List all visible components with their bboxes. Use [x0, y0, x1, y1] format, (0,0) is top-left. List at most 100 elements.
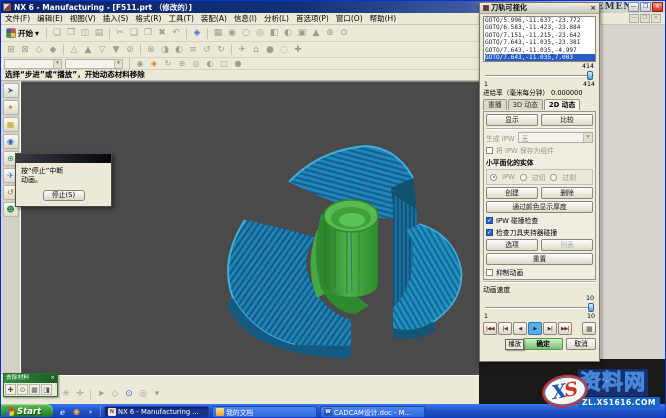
zoom-out-icon[interactable]: ⊙	[337, 27, 351, 40]
fit-view-icon[interactable]: ◎	[189, 59, 203, 69]
media-player-icon[interactable]: ◉	[71, 406, 82, 417]
selection-scope-combo[interactable]: ▼	[4, 59, 62, 69]
step-forward-icon[interactable]: ▶|	[543, 322, 557, 335]
delete-icon[interactable]: ✖	[155, 27, 169, 40]
shade-toggle-icon[interactable]: ◐	[203, 59, 217, 69]
object-display-icon[interactable]: ●	[263, 43, 277, 56]
menu-tools[interactable]: 工具(T)	[168, 13, 193, 24]
step-back-icon[interactable]: |◀	[498, 322, 512, 335]
regenerate-icon[interactable]: ↻	[214, 43, 228, 56]
goto-list[interactable]: GOTO/5.996,-11.637,-23.772 GOTO/6.583,-1…	[483, 16, 596, 62]
rotate-view-icon[interactable]: ↻	[161, 59, 175, 69]
delete-button[interactable]: 删除	[541, 187, 593, 199]
render-style-icon[interactable]: ◎	[136, 387, 150, 401]
menu-file[interactable]: 文件(F)	[5, 13, 30, 24]
holder-collision-checkbox[interactable]: ✓	[486, 229, 493, 236]
refresh-icon[interactable]: ↺	[200, 43, 214, 56]
suppress-animation-checkbox[interactable]	[486, 269, 493, 276]
wand-icon[interactable]: ✳	[59, 387, 73, 401]
graphics-viewport[interactable]	[21, 81, 479, 375]
wireframe-display-icon[interactable]: ◉	[225, 27, 239, 40]
touch-mode-icon[interactable]: ◈	[190, 27, 204, 40]
radio-excess[interactable]	[550, 174, 557, 181]
verify-toolpath-icon[interactable]: ▼	[109, 43, 123, 56]
child-restore-icon[interactable]: ❐	[640, 14, 650, 23]
close-icon[interactable]: ×	[652, 2, 663, 12]
section-display-icon[interactable]: ◨	[41, 384, 52, 395]
reset-button[interactable]: 重置	[486, 253, 593, 265]
taskbar-item-word-doc[interactable]: W CADCAM设计.doc - M...	[320, 406, 425, 418]
zoom-icon[interactable]: ⊙	[17, 384, 28, 395]
tab-replay[interactable]: 重播	[483, 99, 507, 110]
dialog-titlebar[interactable]: 刀轨可视化 ×	[480, 3, 599, 14]
goto-line[interactable]: GOTO/7.151,-11.215,-23.642	[485, 32, 595, 39]
hidden-line-icon[interactable]: ○	[239, 27, 253, 40]
list-button[interactable]: 列表	[541, 239, 593, 251]
half-shade-icon[interactable]: ◐	[281, 27, 295, 40]
add-icon[interactable]: ✚	[291, 43, 305, 56]
child-minimize-icon[interactable]: —	[629, 14, 639, 23]
generate-toolpath-icon[interactable]: ▲	[81, 43, 95, 56]
home-view-icon[interactable]: ⌂	[249, 43, 263, 56]
shop-doc-icon[interactable]: ⊗	[144, 43, 158, 56]
operation-list-icon[interactable]: ≡	[186, 43, 200, 56]
postprocess-icon[interactable]: ⊘	[123, 43, 137, 56]
stop-playback-icon[interactable]: ■	[582, 322, 596, 335]
mini-toolbar-titlebar[interactable]: 去除材料 ×	[4, 374, 57, 383]
quick-launch-overflow-icon[interactable]: »	[85, 406, 96, 417]
forward-to-end-icon[interactable]: ▶▶|	[558, 322, 572, 335]
magnifier-icon[interactable]: ⊙	[122, 387, 136, 401]
work-plane-icon[interactable]: ◈	[147, 59, 161, 69]
show-button[interactable]: 显示	[486, 114, 538, 126]
geometry-group-icon[interactable]: ◆	[46, 43, 60, 56]
goto-line[interactable]: GOTO/7.643,-11.035,-23.381	[485, 39, 595, 46]
child-close-icon[interactable]: ×	[651, 14, 661, 23]
crosshair-icon[interactable]: ✛	[73, 387, 87, 401]
new-icon[interactable]: ❏	[50, 27, 64, 40]
pan-icon[interactable]: ✚	[5, 384, 16, 395]
open-icon[interactable]: ❐	[64, 27, 78, 40]
part-navigator-icon[interactable]: ▦	[3, 117, 19, 132]
impeller-3d-model[interactable]	[21, 82, 479, 376]
start-button[interactable]: Start	[1, 404, 53, 418]
shaded-display-icon[interactable]: ▦	[211, 27, 225, 40]
create-operation-icon[interactable]: ⊞	[4, 43, 18, 56]
selection-filter-icon[interactable]: ◌	[277, 43, 291, 56]
cut-icon[interactable]: ✂	[113, 27, 127, 40]
create-tool-icon[interactable]: ◇	[32, 43, 46, 56]
print-icon[interactable]: ▤	[92, 27, 106, 40]
cancel-button[interactable]: 取消	[566, 338, 596, 350]
save-icon[interactable]: ◫	[78, 27, 92, 40]
ok-button[interactable]: 确定	[523, 338, 563, 350]
menu-assemblies[interactable]: 装配(A)	[201, 13, 227, 24]
zoom-in-icon[interactable]: ⊕	[323, 27, 337, 40]
copy-icon[interactable]: ❑	[127, 27, 141, 40]
play-forward-icon[interactable]: ▶	[528, 322, 542, 335]
create-button[interactable]: 创建	[486, 187, 538, 199]
constraint-navigator-icon[interactable]: ✦	[3, 100, 19, 115]
snap-point-icon[interactable]: ◉	[133, 59, 147, 69]
undo-icon[interactable]: ↶	[169, 27, 183, 40]
assembly-navigator-icon[interactable]: ➤	[3, 83, 19, 98]
stop-dialog-titlebar[interactable]	[16, 154, 111, 163]
play-backward-icon[interactable]: ◀	[513, 322, 527, 335]
more-options-icon[interactable]: ▾	[150, 387, 164, 401]
sphere-view-icon[interactable]: ●	[231, 59, 245, 69]
taskbar-item-documents[interactable]: 我的文档	[212, 406, 317, 418]
goto-line[interactable]: GOTO/7.643,-11.035,-4.997	[485, 47, 595, 54]
transform-icon[interactable]: ✈	[235, 43, 249, 56]
options-button[interactable]: 选项	[486, 239, 538, 251]
cube-wire-icon[interactable]: ◇	[108, 387, 122, 401]
dialog-close-icon[interactable]: ×	[590, 4, 596, 12]
stop-button[interactable]: 停止(S)	[43, 190, 85, 201]
fill-display-icon[interactable]: ▦	[29, 384, 40, 395]
zoom-view-icon[interactable]: ⊕	[175, 59, 189, 69]
thickness-by-color-button[interactable]: 通过颜色显示厚度	[486, 201, 593, 213]
menu-information[interactable]: 信息(I)	[234, 13, 257, 24]
menu-preferences[interactable]: 首选项(P)	[296, 13, 329, 24]
taskbar-item-nx[interactable]: N NX 6 - Manufacturing ...	[104, 406, 209, 418]
grid-icon[interactable]: ▣	[295, 27, 309, 40]
program-group-icon[interactable]: ⊠	[18, 43, 32, 56]
save-ipw-checkbox[interactable]	[486, 147, 493, 154]
menu-insert[interactable]: 插入(S)	[103, 13, 129, 24]
